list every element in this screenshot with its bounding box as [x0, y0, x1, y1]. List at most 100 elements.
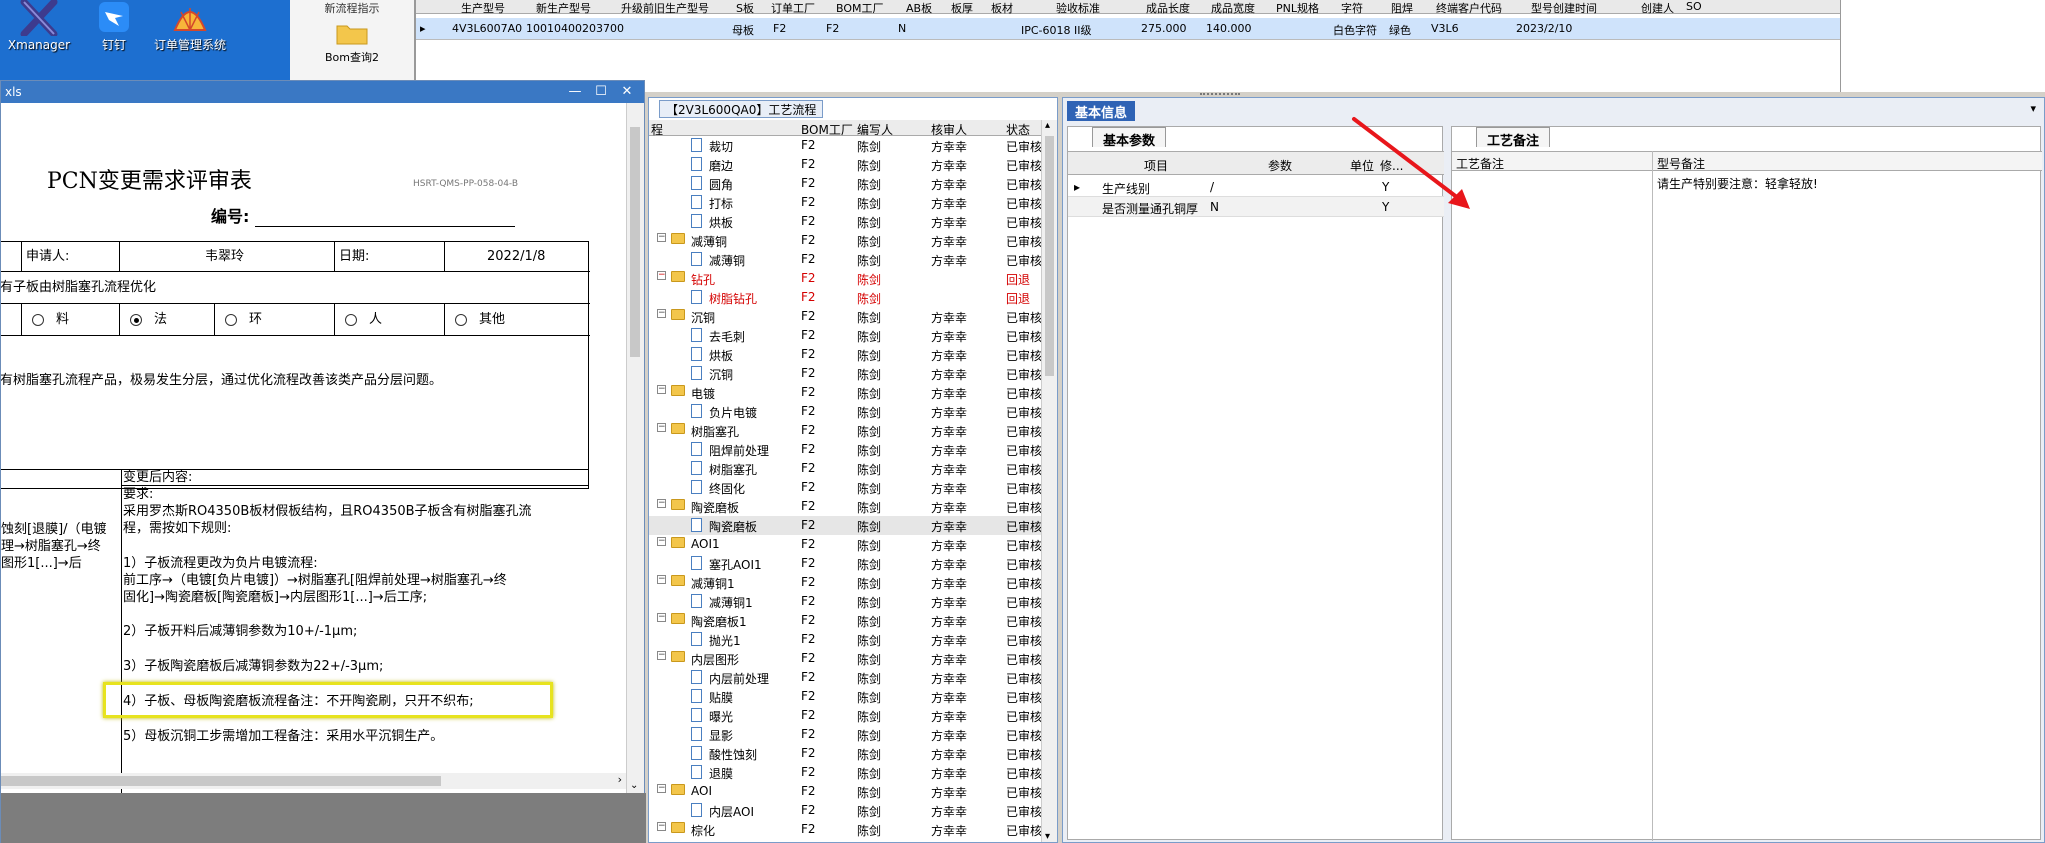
col-header[interactable]: S板 [736, 0, 754, 16]
model-note-text[interactable]: 请生产特别要注意：轻拿轻放! [1657, 175, 1818, 192]
scroll-up-icon[interactable]: ▴ [1045, 120, 1050, 131]
col-header[interactable]: 阻焊 [1391, 0, 1413, 16]
radio-icon[interactable] [32, 313, 44, 326]
col-header[interactable]: 型号备注 [1657, 155, 1705, 172]
tree-row[interactable]: − 陶瓷磨板1 F2 陈剑 方幸幸 已审核 [649, 611, 1041, 630]
tree-row[interactable]: 圆角 F2 陈剑 方幸幸 已审核 [649, 174, 1041, 193]
col-header[interactable]: 型号创建时间 [1531, 0, 1597, 16]
table-row[interactable]: ▸ 4V3L6007A0 10010400203700 母板 F2 F2 N I… [416, 18, 1841, 40]
basic-params-tab[interactable]: 基本参数 [1092, 127, 1167, 149]
category-cell[interactable]: 人 [335, 304, 445, 336]
bom-query-button[interactable]: Bom查询2 [290, 49, 414, 65]
col-header[interactable]: SO [1686, 0, 1702, 13]
tree-row[interactable]: − 树脂塞孔 F2 陈剑 方幸幸 已审核 [649, 421, 1041, 440]
radio-icon[interactable] [345, 313, 357, 326]
col-header[interactable]: 参数 [1268, 157, 1292, 174]
scroll-down-icon[interactable]: ⌄ [630, 780, 638, 791]
tree-row[interactable]: 显影 F2 陈剑 方幸幸 已审核 [649, 725, 1041, 744]
collapse-icon[interactable]: − [657, 385, 666, 394]
col-header[interactable]: 字符 [1341, 0, 1363, 16]
table-cell[interactable]: 韦翠玲 [120, 242, 335, 272]
tree-row[interactable]: 退膜 F2 陈剑 方幸幸 已审核 [649, 763, 1041, 782]
desktop-icon-order-system[interactable]: 订单管理系统 [150, 0, 230, 52]
tree-row[interactable]: 陶瓷磨板 F2 陈剑 方幸幸 已审核 [649, 516, 1041, 535]
tree-row[interactable]: − 钻孔 F2 陈剑 回退 [649, 269, 1041, 288]
param-value[interactable]: N [1210, 200, 1219, 214]
craft-notes-tab[interactable]: 工艺备注 [1476, 127, 1551, 149]
col-header[interactable]: 成品长度 [1146, 0, 1190, 16]
table-cell[interactable]: 2022/1/8 [445, 242, 590, 272]
col-header[interactable]: PNL规格 [1276, 0, 1319, 16]
close-icon[interactable]: ✕ [618, 83, 636, 101]
param-value[interactable]: / [1210, 180, 1214, 194]
tree-row[interactable]: 减薄铜1 F2 陈剑 方幸幸 已审核 [649, 592, 1041, 611]
col-header[interactable]: 生产型号 [461, 0, 505, 16]
col-header[interactable]: 板厚 [951, 0, 973, 16]
tree-row[interactable]: 减薄铜 F2 陈剑 方幸幸 已审核 [649, 250, 1041, 269]
tree-row[interactable]: 抛光1 F2 陈剑 方幸幸 已审核 [649, 630, 1041, 649]
collapse-icon[interactable]: − [657, 233, 666, 242]
table-cell[interactable]: 有子板由树脂塞孔流程优化 [1, 272, 590, 304]
collapse-icon[interactable]: − [657, 537, 666, 546]
tree-row[interactable]: 树脂钻孔 F2 陈剑 回退 [649, 288, 1041, 307]
collapse-icon[interactable]: − [657, 651, 666, 660]
collapse-icon[interactable]: − [657, 499, 666, 508]
tree-row[interactable]: 终固化 F2 陈剑 方幸幸 已审核 [649, 478, 1041, 497]
radio-icon[interactable] [225, 313, 237, 326]
tree-row[interactable]: 烘板 F2 陈剑 方幸幸 已审核 [649, 345, 1041, 364]
minimize-icon[interactable]: — [566, 83, 584, 101]
window-titlebar[interactable]: xls — ☐ ✕ [1, 81, 644, 103]
col-header[interactable]: 验收标准 [1056, 0, 1100, 16]
tree-row[interactable]: 烘板 F2 陈剑 方幸幸 已审核 [649, 212, 1041, 231]
collapse-icon[interactable]: − [657, 423, 666, 432]
collapse-icon[interactable]: − [657, 613, 666, 622]
tree-row[interactable]: 曝光 F2 陈剑 方幸幸 已审核 [649, 706, 1041, 725]
tree-row[interactable]: − 内层图形 F2 陈剑 方幸幸 已审核 [649, 649, 1041, 668]
tree-row[interactable]: − 减薄铜 F2 陈剑 方幸幸 已审核 [649, 231, 1041, 250]
scrollbar-thumb[interactable] [630, 127, 640, 357]
vertical-scrollbar[interactable]: ▴ ▾ [1041, 120, 1057, 842]
tree-row[interactable]: 内层AOI F2 陈剑 方幸幸 已审核 [649, 801, 1041, 820]
tree-row[interactable]: 酸性蚀刻 F2 陈剑 方幸幸 已审核 [649, 744, 1041, 763]
collapse-icon[interactable]: − [657, 271, 666, 280]
radio-icon[interactable] [455, 313, 467, 326]
collapse-icon[interactable]: − [657, 784, 666, 793]
category-cell[interactable]: 其他 [445, 304, 590, 336]
radio-checked-icon[interactable] [130, 313, 142, 326]
tree-row[interactable]: 沉铜 F2 陈剑 方幸幸 已审核 [649, 364, 1041, 383]
chevron-down-icon[interactable]: ▾ [2030, 102, 2036, 115]
tree-row[interactable]: 打标 F2 陈剑 方幸幸 已审核 [649, 193, 1041, 212]
col-header[interactable]: 升级前旧生产型号 [621, 0, 709, 16]
col-header[interactable]: 订单工厂 [771, 0, 815, 16]
desktop-icon-dingtalk[interactable]: 钉钉 [75, 0, 153, 52]
col-header[interactable]: AB板 [906, 0, 932, 16]
scroll-down-icon[interactable]: ▾ [1045, 831, 1050, 842]
reason-cell[interactable]: 有树脂塞孔流程产品，极易发生分层，通过优化流程改善该类产品分层问题。 [1, 336, 590, 420]
scroll-right-icon[interactable]: › [618, 773, 622, 786]
tree-row[interactable]: 裁切 F2 陈剑 方幸幸 已审核 [649, 136, 1041, 155]
desktop-icon-xmanager[interactable]: Xmanager [0, 0, 78, 52]
collapse-icon[interactable]: − [657, 575, 666, 584]
tree-row[interactable]: 塞孔AOI1 F2 陈剑 方幸幸 已审核 [649, 554, 1041, 573]
maximize-icon[interactable]: ☐ [592, 83, 610, 101]
col-header[interactable]: 项目 [1144, 157, 1168, 174]
tree-row[interactable]: − 减薄铜1 F2 陈剑 方幸幸 已审核 [649, 573, 1041, 592]
tree-row[interactable]: − AOI1 F2 陈剑 方幸幸 已审核 [649, 535, 1041, 554]
tree-row[interactable]: 负片电镀 F2 陈剑 方幸幸 已审核 [649, 402, 1041, 421]
col-header[interactable]: BOM工厂 [836, 0, 884, 16]
col-header[interactable]: 成品宽度 [1211, 0, 1255, 16]
scrollbar-thumb[interactable] [1045, 136, 1054, 376]
collapse-icon[interactable]: − [657, 822, 666, 831]
col-header[interactable]: 新生产型号 [536, 0, 591, 16]
tree-row[interactable]: 去毛刺 F2 陈剑 方幸幸 已审核 [649, 326, 1041, 345]
tree-row[interactable]: − 陶瓷磨板 F2 陈剑 方幸幸 已审核 [649, 497, 1041, 516]
vertical-scrollbar[interactable]: ⌄ [626, 103, 644, 793]
collapse-icon[interactable]: − [657, 309, 666, 318]
tree-row[interactable]: − 沉铜 F2 陈剑 方幸幸 已审核 [649, 307, 1041, 326]
horizontal-scrollbar[interactable]: › [1, 773, 626, 789]
tree-row[interactable]: − 电镀 F2 陈剑 方幸幸 已审核 [649, 383, 1041, 402]
col-header[interactable]: 板材 [991, 0, 1013, 16]
basic-info-tab[interactable]: 基本信息 [1067, 101, 1136, 121]
process-flow-tab[interactable]: 【2V3L600QA0】工艺流程 [659, 100, 824, 118]
tree-row[interactable]: 磨边 F2 陈剑 方幸幸 已审核 [649, 155, 1041, 174]
